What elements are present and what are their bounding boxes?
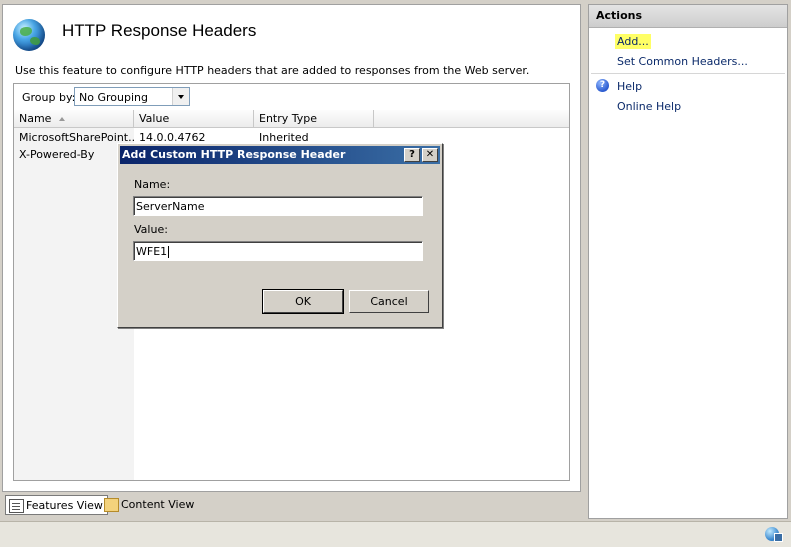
name-field[interactable]: ServerName <box>133 196 423 216</box>
page-title: HTTP Response Headers <box>62 21 257 40</box>
value-label: Value: <box>134 223 168 236</box>
cancel-button[interactable]: Cancel <box>349 290 429 313</box>
online-help-link[interactable]: Online Help <box>617 100 681 113</box>
help-icon: ? <box>596 79 609 92</box>
sort-ascending-icon <box>59 117 66 121</box>
name-label: Name: <box>134 178 171 191</box>
group-by-value: No Grouping <box>79 91 148 104</box>
view-tabs: Features View Content View <box>2 493 581 519</box>
actions-pane: Actions Add... Set Common Headers... ? H… <box>588 4 788 519</box>
column-header-name[interactable]: Name <box>14 110 134 127</box>
close-button[interactable]: ✕ <box>422 148 438 162</box>
set-common-headers-link[interactable]: Set Common Headers... <box>617 55 748 68</box>
help-button[interactable]: ? <box>404 148 420 162</box>
dialog-title-bar[interactable]: Add Custom HTTP Response Header ? ✕ <box>120 146 440 164</box>
add-link[interactable]: Add... <box>615 34 651 49</box>
tab-features-view[interactable]: Features View <box>5 495 108 515</box>
network-icon <box>765 527 783 542</box>
value-field[interactable]: WFE1 <box>133 241 423 261</box>
folder-icon <box>104 498 119 512</box>
actions-title: Actions <box>589 5 787 28</box>
list-toolbar: Group by: No Grouping <box>14 84 569 111</box>
group-by-select[interactable]: No Grouping <box>74 87 190 106</box>
cell-name: X-Powered-By <box>19 148 95 161</box>
actions-divider <box>591 73 785 74</box>
column-headers: Name Value Entry Type <box>14 110 569 128</box>
add-header-dialog: Add Custom HTTP Response Header ? ✕ Name… <box>117 143 443 328</box>
chevron-down-icon[interactable] <box>172 88 189 105</box>
ok-button[interactable]: OK <box>262 289 344 314</box>
features-view-icon <box>9 499 24 513</box>
column-header-value[interactable]: Value <box>134 110 254 127</box>
globe-icon <box>13 19 45 51</box>
feature-description: Use this feature to configure HTTP heade… <box>15 64 530 77</box>
dialog-title: Add Custom HTTP Response Header <box>122 148 346 161</box>
column-header-entry-type[interactable]: Entry Type <box>254 110 374 127</box>
text-caret <box>168 246 170 258</box>
cell-name: MicrosoftSharePoint... <box>19 131 134 144</box>
help-link[interactable]: Help <box>617 80 642 93</box>
group-by-label: Group by: <box>22 91 76 104</box>
status-bar <box>0 521 791 547</box>
tab-content-view[interactable]: Content View <box>101 495 198 515</box>
